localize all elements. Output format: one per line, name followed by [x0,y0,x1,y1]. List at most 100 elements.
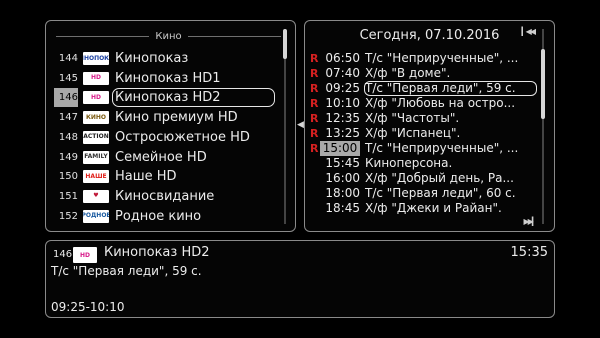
channel-logo: НАШЕ [83,170,109,184]
epg-title: Х/ф "Частоты". [365,111,460,125]
info-channel-name: Кинопоказ HD2 [104,245,210,260]
info-panel: 146 HD Кинопоказ HD2 15:35 Т/с "Первая л… [45,240,555,318]
channel-row[interactable]: 151 ♥ Киносвидание [46,187,276,206]
channel-scrollbar[interactable] [283,29,287,224]
channel-number: 150 [58,171,78,183]
epg-time: 18:45 [325,201,360,215]
channel-name: Наше HD [115,169,177,185]
channel-logo-text: FAMILY [84,153,108,160]
channel-logo-text: КИНО [85,113,107,121]
epg-row[interactable]: R 12:35 Х/ф "Частоты". [305,111,540,126]
epg-row[interactable]: R 06:50 Т/с "Неприрученные", ... [305,51,540,66]
channel-number: 148 [58,131,78,143]
channel-number: 149 [58,151,78,163]
channel-name: Кинопоказ HD1 [115,70,221,86]
channel-logo: КИНОПОКАЗ [83,52,109,65]
record-marker: R [310,127,319,140]
channel-logo: HD [83,71,109,85]
record-marker: R [310,82,319,95]
channel-number: 152 [58,210,78,222]
epg-time: 15:00 [320,141,360,156]
channel-name: Остросюжетное HD [115,129,250,145]
epg-title: Х/ф "В доме". [365,66,451,80]
epg-time: 16:00 [325,171,360,185]
epg-row[interactable]: 18:45 Х/ф "Джеки и Райан". [305,201,540,216]
info-time-range: 09:25-10:10 [51,300,125,314]
channel-logo-text: ♥ [93,192,99,200]
epg-row[interactable]: 15:45 Киноперсона. [305,156,540,171]
channel-logo-text: НАШЕ [85,172,107,180]
channel-number: 147 [58,112,78,124]
channel-row[interactable]: 145 HD Кинопоказ HD1 [46,69,276,88]
epg-time: 09:25 [325,81,360,95]
channel-logo: КИНО [83,111,109,125]
channel-number: 144 [58,53,78,64]
epg-time: 07:40 [325,66,360,80]
epg-time: 10:10 [325,96,360,110]
channel-row[interactable]: 152 РОДНОЕ Родное кино [46,207,276,226]
epg-time: 06:50 [325,51,360,65]
epg-scrollbar[interactable] [541,29,545,224]
channel-logo-text: HD [90,74,101,82]
channel-list-panel: Кино 144 КИНОПОКАЗ Кинопоказ 145 HD Кинопоказ… [45,20,296,232]
channel-number: 145 [58,72,78,84]
epg-scrollbar-thumb[interactable] [541,49,545,119]
channel-logo-text: HD [90,93,101,101]
channel-number: 146 [54,88,78,108]
skip-forward-icon[interactable]: ▶▶▎ [524,217,539,226]
epg-title: Х/ф "Добрый день, Ра... [365,171,514,185]
channel-row[interactable]: 149 FAMILY Семейное HD [46,148,276,167]
channel-number: 151 [58,190,78,202]
channel-group-header: Кино [56,29,282,43]
record-marker: R [310,67,319,80]
epg-row[interactable]: R 13:25 Х/ф "Испанец". [305,126,540,141]
record-marker: R [310,142,319,155]
channel-name: Киносвидание [115,188,215,204]
channel-name: Кино премиум HD [115,110,238,126]
record-marker: R [310,112,319,125]
channel-name: Родное кино [115,208,202,224]
channel-scrollbar-thumb[interactable] [283,29,287,59]
epg-selection-frame [364,81,537,96]
epg-title: Т/с "Неприрученные", ... [365,141,519,155]
channel-logo: FAMILY [83,150,109,164]
channel-name: Кинопоказ [115,51,189,66]
info-clock: 15:35 [510,245,548,260]
epg-time: 18:00 [325,186,360,200]
epg-row[interactable]: R 10:10 Х/ф "Любовь на остро... [305,96,540,111]
info-channel-logo: HD [73,247,97,263]
record-marker: R [310,97,319,110]
skip-back-icon[interactable]: ▎◀◀ [522,27,537,36]
epg-row[interactable]: R 15:00 Т/с "Неприрученные", ... [305,141,540,156]
channel-logo: РОДНОЕ [83,209,109,223]
info-channel-number: 146 [53,249,73,260]
epg-time: 13:25 [325,126,360,140]
epg-time: 15:45 [325,156,360,170]
channel-logo: ACTION [83,130,109,144]
channel-logo-text: ACTION [83,133,109,141]
channel-logo: ♥ [83,189,109,203]
epg-title: Х/ф "Любовь на остро... [365,96,516,110]
epg-row[interactable]: R 07:40 Х/ф "В доме". [305,66,540,81]
channel-row[interactable]: 144 КИНОПОКАЗ Кинопоказ [46,49,276,68]
channel-row[interactable]: 148 ACTION Остросюжетное HD [46,128,276,147]
channel-row[interactable]: 150 НАШЕ Наше HD [46,167,276,186]
epg-panel: Сегодня, 07.10.2016 ▎◀◀ R 06:50 Т/с "Непри… [304,20,555,232]
epg-time: 12:35 [325,111,360,125]
channel-name: Семейное HD [115,149,207,165]
channel-logo-text: РОДНОЕ [83,212,109,220]
channel-row[interactable]: 147 КИНО Кино премиум HD [46,108,276,127]
epg-date: Сегодня, 07.10.2016 [359,28,500,43]
left-arrow-icon[interactable]: ◀ [297,120,304,130]
epg-title: Х/ф "Джеки и Райан". [365,201,502,215]
channel-group-title: Кино [155,30,182,42]
epg-row[interactable]: 16:00 Х/ф "Добрый день, Ра... [305,171,540,186]
info-program-title: Т/с "Первая леди", 59 с. [51,264,202,278]
epg-row[interactable]: 18:00 Т/с "Первая леди", 60 с. [305,186,540,201]
epg-title: Т/с "Первая леди", 60 с. [365,186,516,200]
epg-title: Х/ф "Испанец". [365,126,461,140]
epg-title: Киноперсона. [365,156,453,170]
epg-title: Т/с "Неприрученные", ... [365,51,519,65]
channel-logo-text: КИНОПОКАЗ [83,54,109,62]
channel-logo: HD [83,91,109,105]
